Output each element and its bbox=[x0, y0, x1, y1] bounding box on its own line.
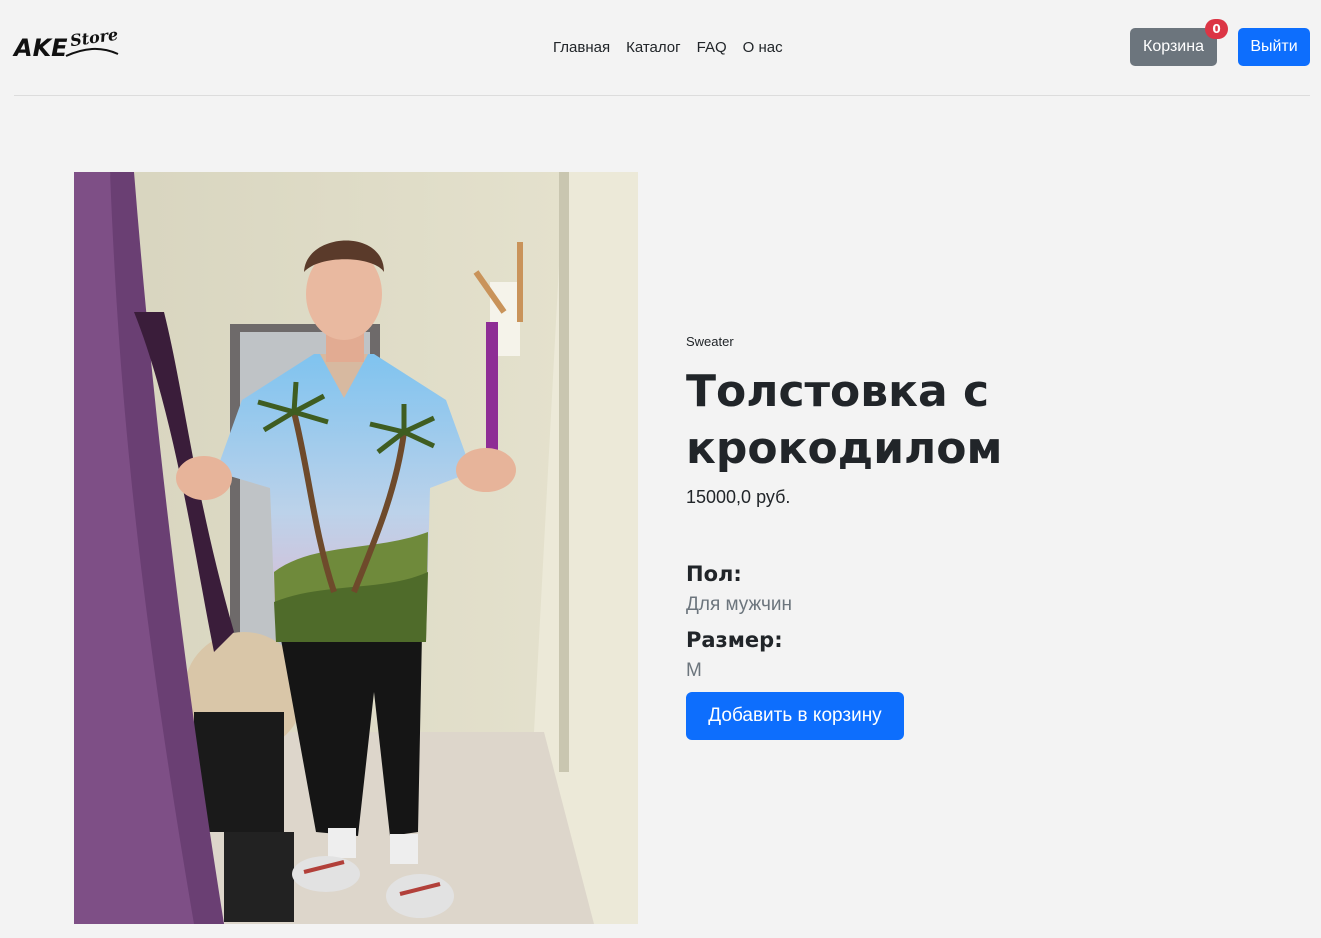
main-nav: Главная Каталог FAQ О нас bbox=[545, 38, 791, 58]
product-image bbox=[74, 172, 638, 924]
gender-label: Пол: bbox=[686, 562, 742, 586]
product-photo-illustration bbox=[74, 172, 638, 924]
product-price: 15000,0 руб. bbox=[686, 487, 791, 507]
logo-swoosh-icon bbox=[65, 48, 119, 57]
nav-link-about[interactable]: О нас bbox=[735, 38, 791, 58]
product-info: Sweater Толстовка с крокодилом 15000,0 р… bbox=[686, 330, 1246, 740]
gender-value: Для мужчин bbox=[686, 594, 793, 615]
size-label: Размер: bbox=[686, 628, 783, 652]
product-category: Sweater bbox=[686, 334, 734, 349]
logo[interactable]: AKE Store bbox=[14, 25, 124, 62]
add-to-cart-button[interactable]: Добавить в корзину bbox=[686, 692, 904, 740]
header: AKE Store Главная Каталог FAQ О нас Корз… bbox=[14, 0, 1310, 96]
cart-count-badge: 0 bbox=[1205, 19, 1228, 39]
product-title: Толстовка с крокодилом bbox=[686, 366, 1003, 474]
cart-button[interactable]: Корзина bbox=[1130, 28, 1217, 66]
nav-link-catalog[interactable]: Каталог bbox=[618, 38, 689, 58]
nav-link-home[interactable]: Главная bbox=[545, 38, 618, 58]
logout-button[interactable]: Выйти bbox=[1238, 28, 1310, 66]
size-value: M bbox=[686, 660, 702, 681]
logo-main-text: AKE bbox=[14, 34, 68, 62]
nav-link-faq[interactable]: FAQ bbox=[689, 38, 735, 58]
